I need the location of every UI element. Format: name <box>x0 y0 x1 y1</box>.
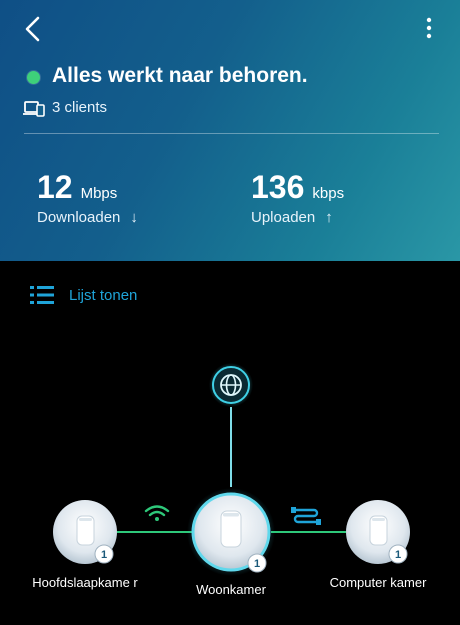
node-label-computer-kamer: Computer kamer <box>329 575 427 590</box>
badge-count: 1 <box>101 549 107 561</box>
node-hoofdslaapkamer[interactable]: 1 <box>53 500 117 564</box>
wifi-icon <box>144 505 170 521</box>
upload-label-row: Uploaden ↑ <box>251 209 333 226</box>
badge-count: 1 <box>395 549 401 561</box>
download-label: Downloaden <box>37 209 121 226</box>
node-computer-kamer[interactable]: 1 <box>346 500 410 564</box>
upload-unit: kbps <box>312 185 345 202</box>
node-label-woonkamer: Woonkamer <box>196 582 266 597</box>
download-unit: Mbps <box>80 185 118 202</box>
arrow-down-icon: ↓ <box>130 209 138 226</box>
back-icon[interactable] <box>20 14 48 44</box>
node-label-hoofdslaapkamer: Hoofdslaapkame r <box>32 575 138 590</box>
internet-node[interactable] <box>209 363 253 407</box>
arrow-up-icon: ↑ <box>325 209 333 226</box>
upload-speed: 136 kbps <box>251 169 344 206</box>
upload-label: Uploaden <box>251 209 316 226</box>
download-value: 12 <box>37 169 73 205</box>
clients-count[interactable]: 3 clients <box>52 99 107 116</box>
header-divider <box>24 133 439 134</box>
more-vertical-icon[interactable] <box>418 14 440 44</box>
download-speed: 12 Mbps <box>37 169 117 206</box>
download-label-row: Downloaden ↓ <box>37 209 138 226</box>
status-header: Alles werkt naar behoren. 3 clients 12 Mb… <box>0 0 460 261</box>
devices-icon <box>23 101 45 117</box>
status-ok-dot <box>27 71 40 84</box>
status-message: Alles werkt naar behoren. <box>52 64 308 87</box>
node-woonkamer[interactable]: 1 <box>187 488 275 576</box>
upload-value: 136 <box>251 169 305 205</box>
badge-count: 1 <box>254 558 260 570</box>
ethernet-icon <box>291 507 321 525</box>
network-topology: 1 1 1 <box>53 363 410 576</box>
